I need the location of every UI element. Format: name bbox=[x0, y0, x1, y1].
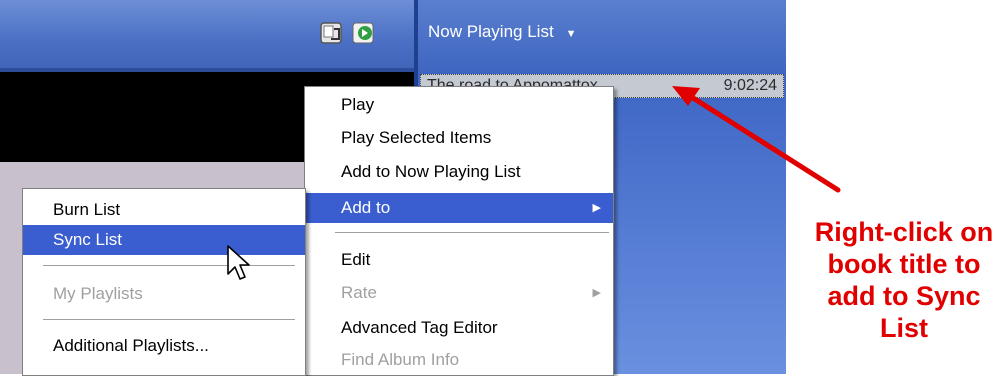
annotation-line: add to Sync bbox=[827, 281, 981, 311]
annotation-line: Right-click on bbox=[814, 217, 994, 247]
annotation-text: Right-click on book title to add to Sync… bbox=[800, 216, 1008, 344]
annotation-line: book title to bbox=[827, 249, 981, 279]
annotation-line: List bbox=[879, 313, 928, 343]
